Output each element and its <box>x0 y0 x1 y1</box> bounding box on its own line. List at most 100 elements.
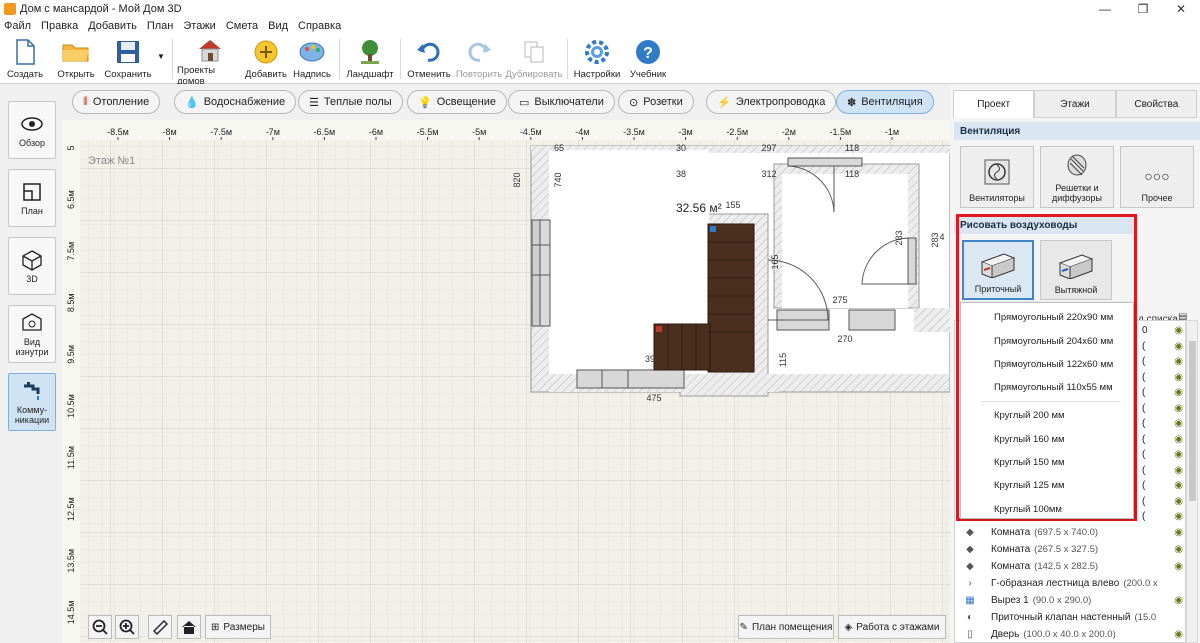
menu-add[interactable]: Добавить <box>88 20 137 32</box>
3d-view-button[interactable]: 3D <box>8 237 56 295</box>
duplicate-button[interactable]: Дублировать <box>505 34 563 82</box>
home-view-button[interactable] <box>177 615 201 639</box>
dropdown-item[interactable]: Прямоугольный 204x60 мм <box>961 331 1133 351</box>
close-button[interactable]: ✕ <box>1162 0 1200 18</box>
list-item[interactable]: ◆ Комната (142.5 x 282.5) ◉ <box>955 558 1185 575</box>
visibility-icon[interactable]: ◉ <box>1174 480 1183 491</box>
dropdown-item[interactable]: Круглый 100мм <box>961 499 1133 519</box>
list-item[interactable]: ▯ Дверь (100.0 x 40.0 x 200.0) ◉ <box>955 626 1185 642</box>
dots-icon: ○○○ <box>1144 168 1170 184</box>
visibility-icon[interactable]: ◉ <box>1174 372 1183 383</box>
room-plan-button[interactable]: ✎ План помещения <box>738 615 834 639</box>
tab-project[interactable]: Проект <box>953 90 1035 118</box>
tab-wiring[interactable]: ⚡ Электропроводка <box>706 90 837 114</box>
floors-work-button[interactable]: ◈ Работа с этажами <box>838 615 946 639</box>
visibility-icon[interactable]: ◉ <box>1174 544 1183 555</box>
house-projects-button[interactable]: Проекты домов <box>177 34 243 87</box>
floor-plan-drawing[interactable]: -8.5м -8м -7.5м -7м -6.5м -6м -5.5м -5м -4.5м -4м… <box>62 120 950 643</box>
visibility-icon[interactable]: ◉ <box>1174 595 1183 606</box>
tab-ventilation[interactable]: ✽ Вентиляция <box>836 90 934 114</box>
overview-button[interactable]: Обзор <box>8 101 56 159</box>
other-button[interactable]: ○○○ Прочее <box>1120 146 1194 208</box>
tab-heating[interactable]: ⦀ Отопление <box>72 90 161 114</box>
tab-switches[interactable]: ▭ Выключатели <box>508 90 615 114</box>
list-item-fragment: ( <box>1142 418 1146 429</box>
tab-sockets[interactable]: ⊙ Розетки <box>618 90 694 114</box>
list-item[interactable]: ◆ Комната (697.5 x 740.0) ◉ <box>955 524 1185 541</box>
undo-icon <box>415 38 443 66</box>
tab-floors[interactable]: Этажи <box>1034 90 1116 118</box>
maximize-button[interactable]: ❐ <box>1124 0 1162 18</box>
list-item-fragment: ( <box>1142 402 1146 414</box>
menu-estimate[interactable]: Смета <box>226 20 258 32</box>
ruler-tick-label: 7.5м <box>66 242 76 261</box>
visibility-icon[interactable]: ◉ <box>1174 403 1183 414</box>
dimension-label: 30 <box>676 143 686 153</box>
menu-floors[interactable]: Этажи <box>183 20 215 32</box>
redo-label: Повторить <box>455 69 503 80</box>
dropdown-item[interactable]: Круглый 150 мм <box>961 452 1133 472</box>
menu-edit[interactable]: Правка <box>41 20 78 32</box>
visibility-icon[interactable]: ◉ <box>1174 387 1183 398</box>
dropdown-item[interactable]: Круглый 160 мм <box>961 429 1133 449</box>
save-dropdown[interactable]: ▼ <box>154 34 168 82</box>
create-button[interactable]: Создать <box>0 34 50 82</box>
building-plan <box>530 145 950 397</box>
visibility-icon[interactable]: ◉ <box>1174 527 1183 538</box>
visibility-icon[interactable]: ◉ <box>1174 325 1183 336</box>
list-item[interactable]: ▦ Вырез 1 (90.0 x 290.0) ◉ <box>955 592 1185 609</box>
tab-floor-heating[interactable]: ☰ Теплые полы <box>298 90 403 114</box>
list-item-dims: (100.0 x 40.0 x 200.0) <box>1023 629 1116 640</box>
list-item[interactable]: ◐ Приточный клапан настенный (15.0 <box>955 609 1185 626</box>
undo-button[interactable]: Отменить <box>405 34 453 82</box>
floor-plan-canvas[interactable]: -8.5м -8м -7.5м -7м -6.5м -6м -5.5м -5м -4.5м -4м… <box>62 120 950 643</box>
visibility-icon[interactable]: ◉ <box>1174 356 1183 367</box>
communications-button[interactable]: Комму-никации <box>8 373 56 431</box>
zoom-in-button[interactable] <box>115 615 139 639</box>
landscape-button[interactable]: Ландшафт <box>344 34 396 82</box>
zoom-out-button[interactable] <box>88 615 112 639</box>
tutorial-button[interactable]: ? Учебник <box>622 34 674 82</box>
fans-button[interactable]: Вентиляторы <box>960 146 1034 208</box>
ruler-button[interactable] <box>148 615 172 639</box>
visibility-icon[interactable]: ◉ <box>1174 561 1183 572</box>
visibility-icon[interactable]: ◉ <box>1174 434 1183 445</box>
add-button[interactable]: Добавить <box>243 34 289 82</box>
redo-button[interactable]: Повторить <box>453 34 505 82</box>
tab-water-supply[interactable]: 💧 Водоснабжение <box>174 90 297 114</box>
list-item[interactable]: ◆ Комната (267.5 x 327.5) ◉ <box>955 541 1185 558</box>
visibility-icon[interactable]: ◉ <box>1174 629 1183 640</box>
visibility-icon[interactable]: ◉ <box>1174 341 1183 352</box>
dropdown-item[interactable]: Круглый 125 мм <box>961 475 1133 495</box>
visibility-icon[interactable]: ◉ <box>1174 418 1183 429</box>
minimize-button[interactable]: — <box>1086 0 1124 18</box>
ruler-tick-label: 13.5м <box>66 549 76 573</box>
menu-plan[interactable]: План <box>147 20 174 32</box>
sizes-button[interactable]: ⊞ Размеры <box>205 615 271 639</box>
menu-file[interactable]: Файл <box>4 20 31 32</box>
visibility-icon[interactable]: ◉ <box>1174 465 1183 476</box>
visibility-icon[interactable]: ◉ <box>1174 511 1183 522</box>
ruler-tick-label: -5м <box>472 127 486 137</box>
visibility-icon[interactable]: ◉ <box>1174 496 1183 507</box>
menu-view[interactable]: Вид <box>268 20 288 32</box>
scrollbar-thumb[interactable] <box>1189 341 1196 501</box>
caption-button[interactable]: Надпись <box>289 34 335 82</box>
visibility-icon[interactable]: ◉ <box>1174 449 1183 460</box>
open-button[interactable]: Открыть <box>50 34 102 82</box>
list-item[interactable]: › Г-образная лестница влево (200.0 x <box>955 575 1185 592</box>
interior-icon <box>20 312 44 334</box>
dropdown-item[interactable]: Прямоугольный 110x55 мм <box>961 377 1133 397</box>
plan-view-button[interactable]: План <box>8 169 56 227</box>
tab-properties[interactable]: Свойства <box>1115 90 1197 118</box>
dropdown-item[interactable]: Круглый 200 мм <box>961 405 1133 425</box>
tab-lighting[interactable]: 💡 Освещение <box>407 90 507 114</box>
grilles-button[interactable]: Решетки и диффузоры <box>1040 146 1114 208</box>
menu-help[interactable]: Справка <box>298 20 341 32</box>
dropdown-item[interactable]: Прямоугольный 122x60 мм <box>961 354 1133 374</box>
dropdown-item[interactable]: Прямоугольный 220x90 мм <box>961 307 1133 327</box>
interior-view-button[interactable]: Вид изнутри <box>8 305 56 363</box>
settings-button[interactable]: Настройки <box>572 34 622 82</box>
save-button[interactable]: Сохранить <box>102 34 154 82</box>
list-scrollbar[interactable] <box>1186 320 1198 643</box>
